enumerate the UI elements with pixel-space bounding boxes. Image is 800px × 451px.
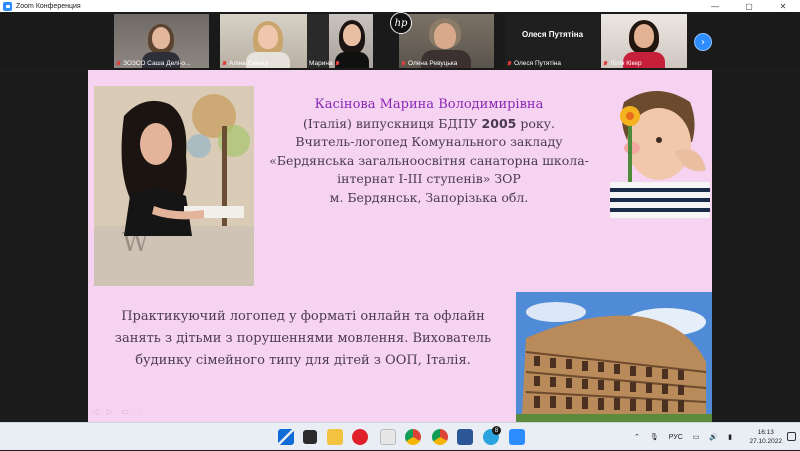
network-icon[interactable]: ▭ <box>693 433 700 441</box>
bio-line: (Італія) випускниця БДПУ 2005 року. <box>303 115 555 131</box>
file-explorer-icon[interactable] <box>327 429 343 445</box>
chrome-profile-icon[interactable] <box>432 429 448 445</box>
muted-mic-icon <box>222 60 227 67</box>
practice-description-text: Практикуючий логопед у форматі онлайн та… <box>98 306 508 372</box>
system-tray: ⌃ 🎙 РУС ▭ 🔊 ▮ <box>634 423 732 451</box>
microphone-icon[interactable]: 🎙 <box>650 433 659 441</box>
task-view-icon[interactable] <box>303 430 317 444</box>
participant-tile[interactable]: ЗОЗСО Саша Делі-о... <box>114 14 209 68</box>
participant-tile[interactable]: Марина <box>307 14 373 68</box>
window-controls: — ▢ ✕ <box>698 0 800 12</box>
notification-center-icon[interactable] <box>787 432 796 441</box>
participant-tile[interactable]: Лілія Кікер <box>601 14 687 68</box>
description-line: будинку сімейного типу для дітей з ООП, … <box>135 353 471 368</box>
opera-browser-icon[interactable] <box>352 429 368 445</box>
word-icon[interactable] <box>457 429 473 445</box>
close-button[interactable]: ✕ <box>766 0 800 12</box>
hp-logo-icon: hp <box>390 12 412 34</box>
participant-label: ЗОЗСО Саша Делі-о... <box>116 60 190 67</box>
bio-line: Вчитель-логопед Комунального закладу <box>295 134 563 150</box>
description-line: Практикуючий логопед у форматі онлайн та… <box>121 309 485 324</box>
clock-date: 27.10.2022 <box>749 438 782 445</box>
participant-tile[interactable]: Олеся Путятіна Олеся Путятіна <box>505 14 600 68</box>
participant-name-display: Олеся Путятіна <box>521 29 584 39</box>
woman-portrait-photo: W <box>94 86 254 286</box>
maximize-button[interactable]: ▢ <box>732 0 766 12</box>
window-title: Zoom Конференция <box>16 2 81 10</box>
chevron-up-icon[interactable]: ⌃ <box>634 433 640 441</box>
app-window-icon[interactable] <box>380 429 396 445</box>
muted-mic-icon <box>335 60 340 67</box>
muted-mic-icon <box>507 60 512 67</box>
chevron-right-icon: › <box>701 36 705 48</box>
bio-line: інтернат І-ІІІ ступенів» ЗОР <box>337 171 521 187</box>
volume-icon[interactable]: 🔊 <box>709 433 718 441</box>
next-page-button[interactable]: › <box>694 33 712 51</box>
participant-label: Олеся Путятіна <box>507 60 561 67</box>
windows-taskbar: 8 ⌃ 🎙 РУС ▭ 🔊 ▮ 16:13 27.10.2022 <box>0 422 800 450</box>
telegram-notification-badge: 8 <box>492 426 501 435</box>
language-indicator[interactable]: РУС <box>669 434 683 441</box>
zoom-app-icon[interactable] <box>509 429 525 445</box>
bio-line: «Бердянська загальноосвітня санаторна шк… <box>269 152 589 168</box>
title-bar: Zoom Конференция — ▢ ✕ <box>0 0 800 12</box>
zoom-logo-icon <box>3 1 12 11</box>
minimize-button[interactable]: — <box>698 0 732 12</box>
start-button-icon[interactable] <box>278 429 294 445</box>
clock-time: 16:13 <box>757 429 774 436</box>
participant-label: Лілія Кікер <box>603 60 642 67</box>
participant-label: Марина <box>309 60 340 67</box>
slide-controls[interactable]: ◁ ▷ ▭ ◦ <box>92 407 145 416</box>
shared-screen: W Касінова Марина Володимирівна (Італія)… <box>0 70 800 422</box>
biography-text: Касінова Марина Володимирівна (Італія) в… <box>264 96 594 208</box>
muted-mic-icon <box>116 60 121 67</box>
participant-label: Олена Ревуцька <box>401 60 457 67</box>
participant-tile[interactable]: Олена Ревуцька <box>399 14 494 68</box>
system-clock[interactable]: 16:13 27.10.2022 <box>749 428 782 446</box>
colosseum-photo <box>516 292 712 422</box>
bio-line: м. Бердянськ, Запорізька обл. <box>329 189 529 205</box>
muted-mic-icon <box>401 60 406 67</box>
participant-tile[interactable]: Аліна Синиці <box>220 14 315 68</box>
chrome-browser-icon[interactable] <box>405 429 421 445</box>
participant-label: Аліна Синиці <box>222 60 268 67</box>
child-speech-exercise-photo <box>604 82 712 218</box>
presentation-slide: W Касінова Марина Володимирівна (Італія)… <box>88 70 712 422</box>
person-name: Касінова Марина Володимирівна <box>314 97 544 112</box>
muted-mic-icon <box>603 60 608 67</box>
participant-video-strip: ЗОЗСО Саша Делі-о... Аліна Синиці Марина… <box>0 12 800 70</box>
battery-icon[interactable]: ▮ <box>728 433 732 441</box>
description-line: занять з дітьми з порушеннями мовлення. … <box>114 331 492 346</box>
